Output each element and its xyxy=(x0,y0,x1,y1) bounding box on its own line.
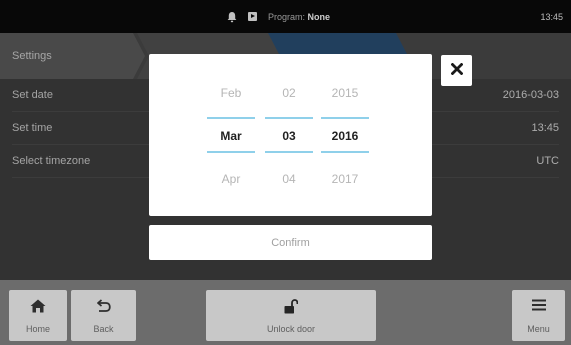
month-next[interactable]: Apr xyxy=(207,172,255,186)
close-icon xyxy=(450,62,463,80)
year-prev[interactable]: 2015 xyxy=(321,86,369,100)
date-picker-dialog: Feb Mar Apr 02 03 04 2015 2016 2017 xyxy=(149,54,432,216)
month-selection-line-bottom xyxy=(207,151,255,153)
year-selection-line-bottom xyxy=(321,151,369,153)
year-current[interactable]: 2016 xyxy=(321,129,369,143)
year-next[interactable]: 2017 xyxy=(321,172,369,186)
day-current[interactable]: 03 xyxy=(265,129,313,143)
day-selection-line-bottom xyxy=(265,151,313,153)
confirm-button[interactable]: Confirm xyxy=(149,225,432,260)
month-selection-line-top xyxy=(207,117,255,119)
month-wheel[interactable]: Feb Mar Apr xyxy=(207,54,255,216)
month-prev[interactable]: Feb xyxy=(207,86,255,100)
month-current[interactable]: Mar xyxy=(207,129,255,143)
day-prev[interactable]: 02 xyxy=(265,86,313,100)
year-selection-line-top xyxy=(321,117,369,119)
year-wheel[interactable]: 2015 2016 2017 xyxy=(321,54,369,216)
day-wheel[interactable]: 02 03 04 xyxy=(265,54,313,216)
day-selection-line-top xyxy=(265,117,313,119)
close-button[interactable] xyxy=(441,55,472,86)
day-next[interactable]: 04 xyxy=(265,172,313,186)
